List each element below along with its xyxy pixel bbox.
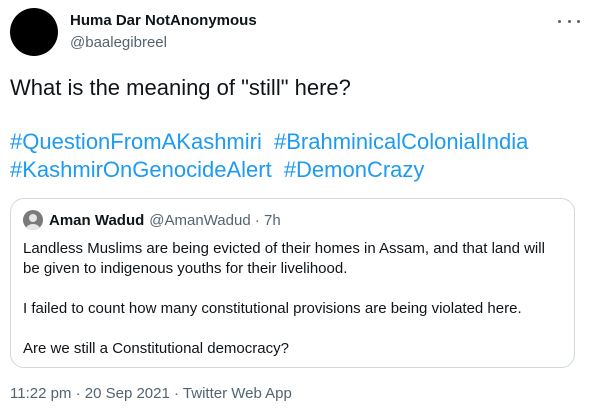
more-dot bbox=[577, 19, 580, 23]
quoted-tweet-card[interactable]: Aman Wadud @AmanWadud · 7h Landless Musl… bbox=[10, 198, 575, 368]
quoted-paragraph: I failed to count how many constitutiona… bbox=[23, 300, 522, 317]
quoted-author-name: Aman Wadud bbox=[49, 211, 145, 229]
quoted-paragraph: Are we still a Constitutional democracy? bbox=[23, 340, 289, 357]
hashtag-link[interactable]: #BrahminicalColonialIndia bbox=[274, 129, 528, 154]
quoted-author-handle-time: @AmanWadud · 7h bbox=[149, 211, 281, 229]
tweet-hashtags: #QuestionFromAKashmiri #BrahminicalColon… bbox=[10, 128, 585, 184]
tweet-text: What is the meaning of "still" here? bbox=[10, 75, 351, 100]
quoted-paragraph: Landless Muslims are being evicted of th… bbox=[23, 240, 545, 277]
more-dot bbox=[567, 19, 571, 23]
author-avatar[interactable] bbox=[10, 8, 58, 56]
hashtag-link[interactable]: #QuestionFromAKashmiri bbox=[10, 129, 262, 154]
hashtag-link[interactable]: #DemonCrazy bbox=[284, 157, 425, 182]
quoted-author-avatar bbox=[23, 210, 43, 230]
quoted-tweet-header: Aman Wadud @AmanWadud · 7h bbox=[23, 210, 281, 230]
author-display-name[interactable]: Huma Dar NotAnonymous bbox=[70, 12, 257, 29]
tweet-timestamp[interactable]: 11:22 pm · 20 Sep 2021 · Twitter Web App bbox=[10, 385, 292, 402]
hashtag-link[interactable]: #KashmirOnGenocideAlert bbox=[10, 157, 272, 182]
quoted-tweet-text: Landless Muslims are being evicted of th… bbox=[23, 239, 559, 359]
author-handle[interactable]: @baalegibreel bbox=[70, 34, 167, 51]
more-horizontal-icon[interactable] bbox=[558, 12, 580, 30]
more-dot bbox=[558, 19, 561, 23]
